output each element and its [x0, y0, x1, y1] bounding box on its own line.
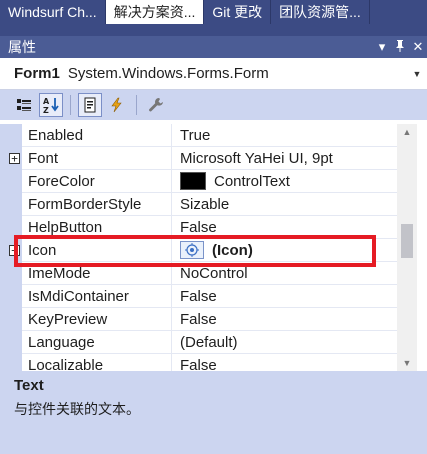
property-name: ForeColor — [22, 169, 172, 193]
property-row-keypreview[interactable]: KeyPreview False — [22, 307, 397, 331]
expand-font-icon[interactable]: + — [9, 153, 20, 164]
property-name: Localizable — [22, 353, 172, 371]
scrollbar-thumb[interactable] — [401, 224, 413, 258]
svg-text:A: A — [43, 97, 50, 106]
property-value[interactable]: False — [180, 357, 217, 372]
chevron-down-icon[interactable]: ▼ — [407, 69, 427, 79]
scroll-down-icon[interactable]: ▼ — [397, 355, 417, 371]
description-pane: Text 与控件关联的文本。 — [0, 371, 427, 454]
object-name: Form1 — [14, 65, 60, 82]
property-value[interactable]: Sizable — [180, 196, 229, 213]
window-position-dropdown-icon[interactable]: ▾ — [373, 39, 391, 55]
toolbar-separator — [70, 95, 71, 115]
property-row-formborderstyle[interactable]: FormBorderStyle Sizable — [22, 192, 397, 216]
property-value[interactable]: False — [180, 311, 217, 328]
property-value[interactable]: Microsoft YaHei UI, 9pt — [180, 150, 333, 167]
property-row-ismdicontainer[interactable]: IsMdiContainer False — [22, 284, 397, 308]
object-selector[interactable]: Form1 System.Windows.Forms.Form ▼ — [0, 58, 427, 90]
property-name: KeyPreview — [22, 307, 172, 331]
property-value[interactable]: False — [180, 219, 217, 236]
tab-windsurf[interactable]: Windsurf Ch... — [0, 0, 106, 24]
property-name: FormBorderStyle — [22, 192, 172, 216]
panel-title: 属性 — [8, 39, 36, 55]
categorized-icon[interactable] — [12, 93, 36, 117]
property-row-font[interactable]: Font Microsoft YaHei UI, 9pt — [22, 146, 397, 170]
properties-title-bar: 属性 ▾ ✕ — [0, 36, 427, 58]
svg-text:Z: Z — [43, 106, 49, 114]
scroll-up-icon[interactable]: ▲ — [397, 124, 417, 140]
property-pages-icon[interactable] — [144, 93, 168, 117]
property-name: Enabled — [22, 124, 172, 147]
properties-toolbar: A Z — [0, 90, 427, 120]
properties-icon[interactable] — [78, 93, 102, 117]
tab-solution-explorer[interactable]: 解决方案资... — [105, 0, 205, 24]
property-name: Language — [22, 330, 172, 354]
color-swatch — [180, 172, 206, 190]
toolbar-separator-2 — [136, 95, 137, 115]
description-title: Text — [14, 377, 44, 394]
property-name: Font — [22, 146, 172, 170]
description-text: 与控件关联的文本。 — [14, 401, 140, 417]
property-row-enabled[interactable]: Enabled True — [22, 124, 397, 147]
property-row-forecolor[interactable]: ForeColor ControlText — [22, 169, 397, 193]
property-value[interactable]: True — [180, 127, 210, 144]
property-name: IsMdiContainer — [22, 284, 172, 308]
highlight-annotation-box — [14, 235, 376, 267]
document-tab-strip: Windsurf Ch... 解决方案资... Git 更改 团队资源管... — [0, 0, 427, 24]
alphabetical-icon[interactable]: A Z — [39, 93, 63, 117]
object-type: System.Windows.Forms.Form — [67, 65, 269, 82]
pin-icon[interactable] — [391, 39, 409, 56]
property-value[interactable]: (Default) — [180, 334, 238, 351]
property-value[interactable]: ControlText — [214, 173, 290, 190]
events-icon[interactable] — [105, 93, 129, 117]
tab-git-changes[interactable]: Git 更改 — [204, 0, 272, 24]
vertical-scrollbar[interactable]: ▲ ▼ — [397, 124, 417, 371]
property-value[interactable]: NoControl — [180, 265, 248, 282]
close-icon[interactable]: ✕ — [409, 39, 427, 55]
property-value[interactable]: False — [180, 288, 217, 305]
property-row-localizable[interactable]: Localizable False — [22, 353, 397, 372]
tab-strip-border — [0, 24, 427, 36]
tab-team-explorer[interactable]: 团队资源管... — [271, 0, 370, 24]
property-row-language[interactable]: Language (Default) — [22, 330, 397, 354]
